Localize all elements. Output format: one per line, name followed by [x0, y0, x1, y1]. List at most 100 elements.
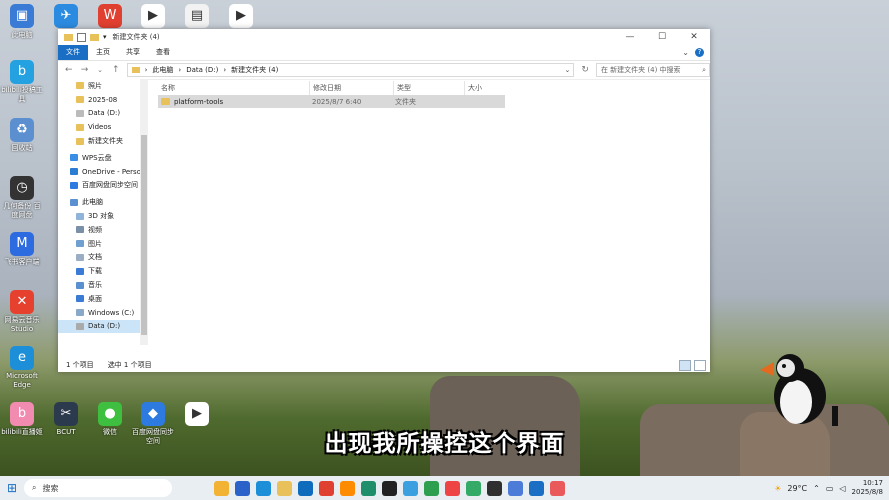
sidebar-item[interactable]: 2025-08 — [58, 93, 148, 107]
column-date-modified[interactable]: 修改日期 — [310, 81, 394, 95]
recent-chevron-icon[interactable]: ⌄ — [95, 66, 105, 74]
sidebar-item[interactable]: 文档 — [58, 251, 148, 265]
sidebar-item-label: 音乐 — [88, 281, 102, 290]
sidebar-item-label: 视频 — [88, 225, 102, 234]
sidebar-item[interactable]: Windows (C:) — [58, 306, 148, 320]
desktop-icon-label: 回收站 — [11, 144, 33, 152]
sidebar-item[interactable]: 照片 — [58, 79, 148, 93]
chevron-down-icon[interactable]: ▾ — [103, 33, 107, 41]
scrollbar-thumb[interactable] — [141, 135, 147, 335]
tab-view[interactable]: 查看 — [148, 45, 178, 60]
sidebar-item[interactable]: OneDrive - Perso — [58, 165, 148, 179]
desktop-icon[interactable]: ✕ 网易云音乐 Studio — [0, 290, 44, 334]
taskbar-app-icon[interactable] — [235, 480, 250, 496]
desktop-icon[interactable]: ▤ — [175, 4, 219, 30]
sidebar-item[interactable]: 视频 — [58, 223, 148, 237]
search-icon: ⌕ — [32, 483, 37, 492]
maximize-button[interactable]: ☐ — [646, 32, 678, 42]
sidebar-item[interactable]: 新建文件夹 — [58, 134, 148, 148]
taskbar-app-icon[interactable] — [277, 480, 292, 496]
taskbar-app-icon[interactable] — [466, 480, 481, 496]
folder-icon[interactable] — [90, 33, 99, 41]
breadcrumb-current-folder[interactable]: 新建文件夹 (4) — [231, 65, 278, 75]
time: 10:17 — [862, 479, 883, 487]
sidebar-item-icon — [76, 267, 84, 275]
close-button[interactable]: ✕ — [678, 32, 710, 42]
details-view-icon[interactable] — [679, 359, 691, 371]
desktop-icon[interactable]: ♻ 回收站 — [0, 118, 44, 153]
taskbar-app-icon[interactable] — [445, 480, 460, 496]
tray-chevron-icon[interactable]: ⌃ — [813, 484, 820, 493]
sidebar-item[interactable]: 下载 — [58, 264, 148, 278]
breadcrumb-separator-icon: › — [144, 66, 148, 74]
checkbox-icon[interactable] — [77, 32, 86, 42]
back-arrow-icon[interactable]: ← — [64, 65, 74, 75]
taskbar-app-icon[interactable] — [382, 480, 397, 496]
taskbar-app-icon[interactable] — [340, 480, 355, 496]
tab-share[interactable]: 共享 — [118, 45, 148, 60]
column-size[interactable]: 大小 — [465, 81, 508, 95]
sidebar-item-icon — [76, 240, 84, 248]
taskbar-app-icon[interactable] — [298, 480, 313, 496]
desktop-icon[interactable]: ✈ — [44, 4, 88, 30]
desktop-icon[interactable]: e Microsoft Edge — [0, 346, 44, 390]
sidebar-item[interactable]: 桌面 — [58, 292, 148, 306]
sidebar-item[interactable]: WPS云盘 — [58, 151, 148, 165]
tab-file[interactable]: 文件 — [58, 45, 88, 60]
chevron-down-icon[interactable]: ⌄ — [682, 48, 689, 57]
sidebar-item[interactable]: 3D 对象 — [58, 209, 148, 223]
weather-temperature[interactable]: 29°C — [787, 484, 807, 493]
search-input[interactable]: 在 新建文件夹 (4) 中搜索 ⌕ — [595, 63, 710, 77]
desktop-icon[interactable]: ▶ — [131, 4, 175, 30]
column-name[interactable]: 名称 — [158, 81, 310, 95]
sidebar-scrollbar[interactable] — [140, 79, 148, 345]
refresh-icon[interactable]: ↻ — [580, 65, 590, 75]
chevron-down-icon[interactable]: ⌄ — [564, 66, 573, 74]
desktop-icon[interactable]: W — [88, 4, 132, 30]
folder-icon — [131, 67, 140, 73]
forward-arrow-icon[interactable]: → — [80, 65, 90, 75]
desktop-icon[interactable]: M 飞书客户端 — [0, 232, 44, 267]
sidebar-item[interactable]: 此电脑 — [58, 195, 148, 209]
help-icon[interactable]: ? — [695, 48, 704, 57]
sidebar-item-label: 图片 — [88, 239, 102, 248]
tab-home[interactable]: 主页 — [88, 45, 118, 60]
breadcrumb-this-pc[interactable]: 此电脑 — [152, 65, 173, 75]
taskbar-app-icon[interactable] — [487, 480, 502, 496]
clock[interactable]: 10:17 2025/8/8 — [852, 479, 883, 497]
taskbar-app-icon[interactable] — [403, 480, 418, 496]
taskbar-app-icon[interactable] — [214, 480, 229, 496]
minimize-button[interactable]: — — [614, 32, 646, 42]
sidebar-item[interactable]: 百度网盘同步空间 — [58, 179, 148, 193]
taskbar-search[interactable]: ⌕ 搜索 — [24, 479, 172, 497]
desktop-icon[interactable]: ◷ 几何备份 百度网盘 — [0, 176, 44, 220]
taskbar-app-icon[interactable] — [550, 480, 565, 496]
desktop-label: 此电脑 — [11, 31, 33, 39]
address-bar[interactable]: › 此电脑 › Data (D:) › 新建文件夹 (4) ⌄ — [126, 63, 575, 77]
desktop-icon[interactable]: b bilibili投稿工具 — [0, 60, 44, 104]
taskbar-app-icon[interactable] — [319, 480, 334, 496]
taskbar-app-icon[interactable] — [529, 480, 544, 496]
sidebar-item[interactable]: Data (D:) — [58, 319, 148, 334]
column-type[interactable]: 类型 — [394, 81, 465, 95]
desktop-icon[interactable]: ▶ — [219, 4, 263, 30]
network-icon[interactable]: ▭ — [826, 484, 834, 493]
breadcrumb-separator-icon: › — [223, 66, 227, 74]
start-button[interactable]: ⊞ — [0, 481, 24, 495]
desktop-icon[interactable]: ▣ — [0, 4, 44, 30]
sidebar-item[interactable]: Videos — [58, 120, 148, 134]
taskbar-app-icon[interactable] — [256, 480, 271, 496]
up-arrow-icon[interactable]: ↑ — [111, 65, 121, 75]
sidebar-item[interactable]: 音乐 — [58, 278, 148, 292]
sidebar-item[interactable]: Data (D:) — [58, 107, 148, 121]
breadcrumb-data-drive[interactable]: Data (D:) — [186, 66, 218, 74]
file-row[interactable]: platform-tools 2025/8/7 6:40 文件夹 — [158, 95, 505, 108]
large-icons-view-icon[interactable] — [694, 359, 706, 371]
taskbar-app-icon[interactable] — [508, 480, 523, 496]
taskbar-app-icon[interactable] — [424, 480, 439, 496]
volume-icon[interactable]: ◁ — [839, 484, 845, 493]
taskbar-app-icon[interactable] — [361, 480, 376, 496]
desktop-icon-label: 网易云音乐 Studio — [4, 316, 40, 333]
weather-icon[interactable]: ☀ — [774, 484, 781, 493]
sidebar-item[interactable]: 图片 — [58, 237, 148, 251]
